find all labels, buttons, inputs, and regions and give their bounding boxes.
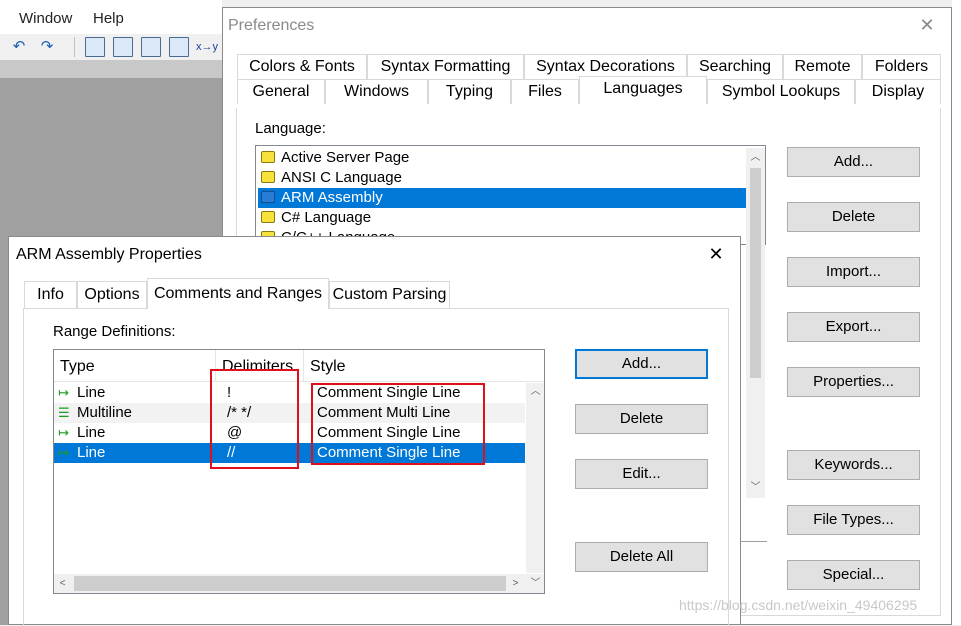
multiline-icon: ☰ [58, 405, 70, 420]
cell-type: Line [77, 424, 106, 441]
export-button[interactable]: Export... [787, 312, 920, 342]
tab-colors-fonts[interactable]: Colors & Fonts [237, 54, 367, 79]
tab-folders[interactable]: Folders [862, 54, 941, 79]
add-button[interactable]: Add... [787, 147, 920, 177]
language-name: ANSI C Language [281, 169, 402, 186]
style-highlight-box [311, 383, 485, 465]
tab-options[interactable]: Options [77, 281, 147, 308]
language-name: Active Server Page [281, 149, 410, 166]
list-item[interactable]: Active Server Page [258, 148, 746, 168]
replace-icon[interactable]: x→y [196, 37, 218, 57]
tab-remote[interactable]: Remote [783, 54, 862, 79]
tab-languages[interactable]: Languages [579, 76, 707, 104]
language-label: Language: [255, 120, 326, 137]
line-arrow-icon: ↦ [58, 385, 69, 400]
jump-down-icon[interactable] [141, 37, 161, 57]
cell-type: Line [77, 444, 106, 461]
tab-syntax-formatting[interactable]: Syntax Formatting [367, 54, 524, 79]
jump-up-icon[interactable] [113, 37, 133, 57]
range-list-vscrollbar[interactable]: ︿ ﹀ [526, 383, 544, 587]
background-window-edge [952, 0, 961, 625]
menu-window[interactable]: Window [19, 10, 72, 27]
range-list-hscrollbar[interactable]: < > ﹀ [54, 574, 544, 593]
chevron-down-icon[interactable]: ﹀ [527, 575, 544, 592]
blue-toolbox-icon [261, 191, 275, 203]
redo-icon[interactable]: ↷ [37, 37, 57, 57]
arm-dialog-title: ARM Assembly Properties [16, 246, 202, 263]
language-name: ARM Assembly [281, 189, 383, 206]
close-icon[interactable]: ✕ [704, 242, 728, 266]
tab-windows[interactable]: Windows [325, 79, 428, 104]
line-arrow-icon: ↦ [58, 425, 69, 440]
app-menubar: Window Help [0, 0, 222, 34]
undo-icon[interactable]: ↶ [9, 37, 29, 57]
file-types-button[interactable]: File Types... [787, 505, 920, 535]
menu-help[interactable]: Help [93, 10, 124, 27]
close-icon[interactable]: ✕ [915, 13, 939, 37]
add-range-button[interactable]: Add... [575, 349, 708, 379]
yellow-doc-icon [261, 211, 275, 223]
list-item[interactable]: C# Language [258, 208, 746, 228]
tab-info[interactable]: Info [24, 281, 77, 308]
language-list-scrollbar[interactable]: ︿ ﹀ [746, 148, 765, 498]
chevron-up-icon[interactable]: ︿ [747, 149, 764, 166]
watermark-text: https://blog.csdn.net/weixin_49406295 [679, 597, 918, 613]
scrollbar-thumb[interactable] [750, 168, 761, 378]
delete-button[interactable]: Delete [787, 202, 920, 232]
delete-all-button[interactable]: Delete All [575, 542, 708, 572]
line-arrow-icon: ↦ [58, 445, 69, 460]
toolbar-separator [74, 37, 75, 57]
yellow-doc-icon [261, 171, 275, 183]
language-list[interactable]: Active Server Page ANSI C Language ARM A… [255, 145, 766, 245]
zoom-icon[interactable] [85, 37, 105, 57]
preferences-title: Preferences [228, 17, 315, 34]
import-button[interactable]: Import... [787, 257, 920, 287]
find-icon[interactable] [169, 37, 189, 57]
keywords-button[interactable]: Keywords... [787, 450, 920, 480]
chevron-down-icon[interactable]: ﹀ [747, 479, 764, 496]
cell-type: Multiline [77, 404, 133, 421]
tab-files[interactable]: Files [511, 79, 579, 104]
column-header-type[interactable]: Type [54, 350, 216, 382]
tab-comments-and-ranges[interactable]: Comments and Ranges [147, 278, 329, 309]
yellow-doc-icon [261, 151, 275, 163]
delimiters-highlight-box [210, 369, 299, 469]
properties-button[interactable]: Properties... [787, 367, 920, 397]
list-item-selected[interactable]: ARM Assembly [258, 188, 746, 208]
app-client-header [0, 60, 222, 78]
tab-general[interactable]: General [237, 79, 325, 104]
chevron-up-icon[interactable]: ︿ [527, 383, 544, 400]
edit-range-button[interactable]: Edit... [575, 459, 708, 489]
chevron-right-icon[interactable]: > [507, 575, 524, 592]
column-header-style[interactable]: Style [304, 350, 544, 382]
list-item[interactable]: ANSI C Language [258, 168, 746, 188]
language-name: C# Language [281, 209, 372, 226]
scrollbar-thumb[interactable] [74, 576, 506, 591]
cell-type: Line [77, 384, 106, 401]
list-bottom-edge [741, 541, 767, 542]
special-button[interactable]: Special... [787, 560, 920, 590]
tab-custom-parsing[interactable]: Custom Parsing [329, 281, 450, 308]
delete-range-button[interactable]: Delete [575, 404, 708, 434]
tab-display[interactable]: Display [855, 79, 941, 104]
app-toolbar: ↶ ↷ x→y [0, 34, 222, 60]
chevron-left-icon[interactable]: < [54, 575, 71, 592]
range-definitions-label: Range Definitions: [53, 323, 176, 340]
tab-typing[interactable]: Typing [428, 79, 511, 104]
tab-symbol-lookups[interactable]: Symbol Lookups [707, 79, 855, 104]
